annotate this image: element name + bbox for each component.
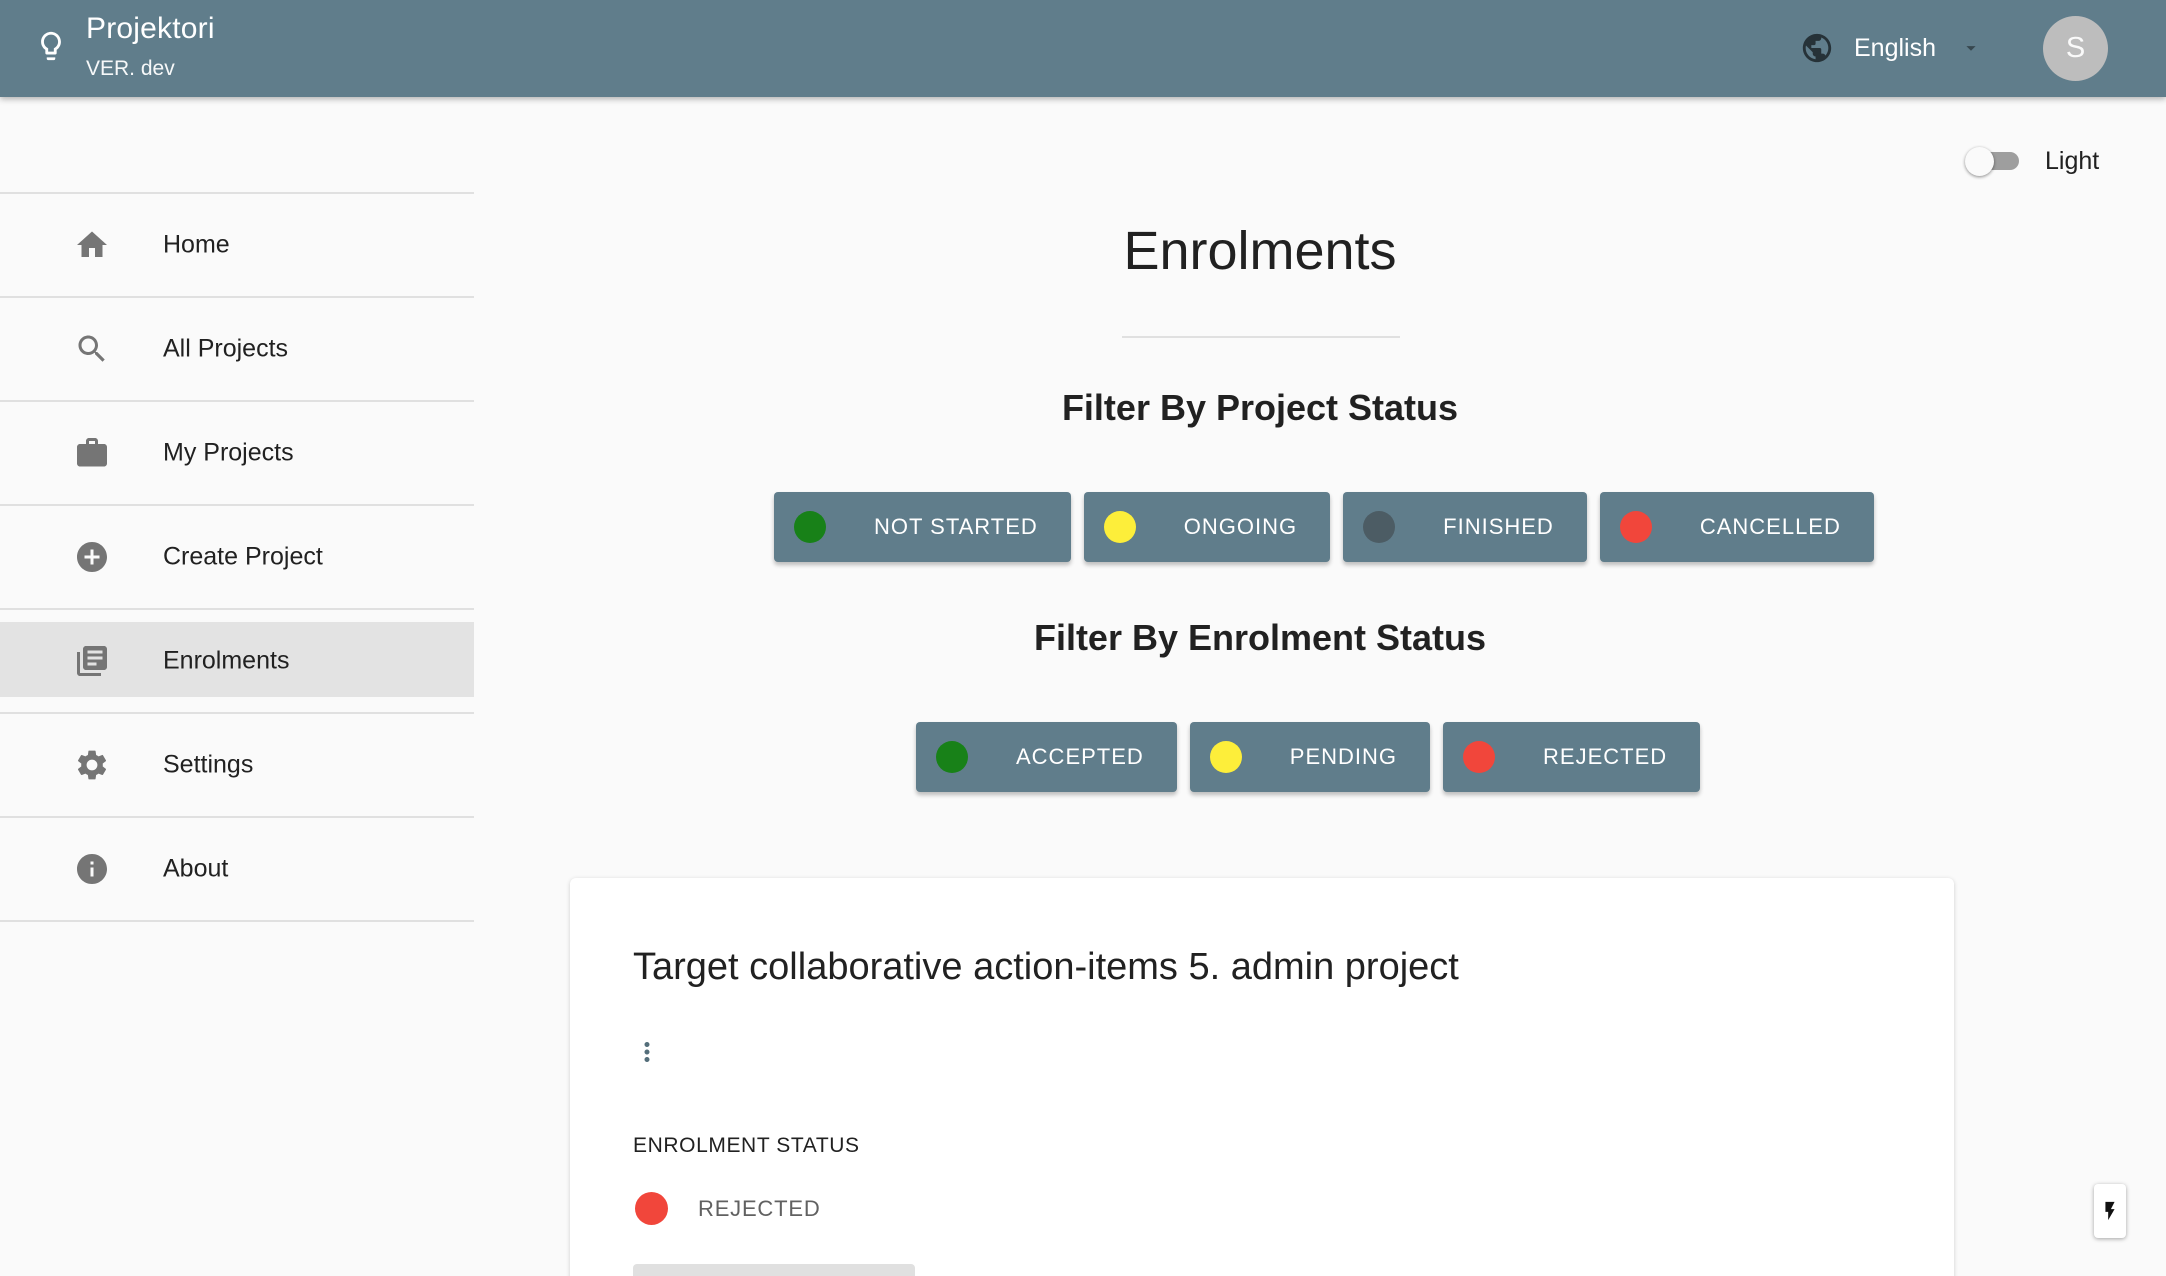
status-dot [936, 741, 968, 773]
avatar[interactable]: S [2043, 16, 2108, 81]
list-icon [77, 646, 107, 676]
status-badge: REJECTED [698, 1195, 821, 1221]
sidebar-item-label: My Projects [163, 438, 294, 467]
enrolment-status: REJECTED [635, 1192, 821, 1225]
sidebar-item-create-project[interactable]: Create Project [0, 506, 474, 608]
status-dot [1103, 511, 1136, 543]
home-icon [77, 231, 107, 257]
app-bar: Projektori VER. dev English S [0, 0, 2166, 97]
chip-label: REJECTED [1543, 744, 1668, 769]
status-dot [1463, 741, 1496, 773]
lightbulb-icon [41, 31, 61, 61]
sidebar-item-label: All Projects [163, 334, 289, 363]
sidebar-item-label: Settings [163, 750, 254, 779]
filter-chip-not-started[interactable]: NOT STARTED [774, 492, 1071, 562]
language-label: English [1854, 33, 1936, 62]
status-dot [794, 511, 826, 543]
sidebar-item-about[interactable]: About [0, 818, 474, 920]
chip-label: NOT STARTED [874, 514, 1038, 539]
filter-chip-finished[interactable]: FINISHED [1343, 492, 1587, 562]
chevron-down-icon [1966, 46, 1976, 51]
chip-label: ACCEPTED [1016, 744, 1144, 769]
app-version: VER. dev [86, 57, 175, 80]
filter-chip-cancelled[interactable]: CANCELLED [1599, 492, 1874, 562]
theme-toggle[interactable]: Light [1965, 145, 2099, 177]
title-divider [1122, 336, 1400, 338]
sidebar-item-home[interactable]: Home [0, 194, 474, 296]
status-dot [635, 1192, 668, 1225]
filter-chip-accepted[interactable]: ACCEPTED [916, 722, 1177, 792]
theme-switch[interactable] [1965, 147, 2025, 176]
theme-label: Light [2045, 146, 2100, 175]
status-dot [1209, 741, 1242, 773]
globe-icon [1802, 33, 1832, 63]
bolt-icon [2105, 1201, 2115, 1221]
info-icon [77, 854, 107, 884]
quick-action-button[interactable] [2094, 1184, 2126, 1238]
sidebar-item-label: Home [163, 230, 230, 259]
project-filter-heading: Filter By Project Status [1061, 387, 1459, 428]
card-action-button[interactable] [633, 1264, 915, 1276]
chip-label: ONGOING [1183, 514, 1298, 539]
briefcase-icon [77, 438, 107, 467]
filter-chip-rejected[interactable]: REJECTED [1443, 722, 1701, 792]
switch-thumb [1965, 147, 1994, 176]
sidebar-item-label: Enrolments [163, 646, 290, 675]
sidebar-item-label: About [163, 854, 229, 883]
filter-chip-ongoing[interactable]: ONGOING [1083, 492, 1331, 562]
chip-label: CANCELLED [1699, 514, 1841, 539]
status-dot [1363, 511, 1396, 543]
chip-label: FINISHED [1443, 514, 1554, 539]
enrolment-filter-heading: Filter By Enrolment Status [1033, 617, 1487, 658]
page-title: Enrolments [1123, 221, 1397, 281]
status-dot [1619, 511, 1652, 543]
sidebar-item-all-projects[interactable]: All Projects [0, 298, 474, 400]
enrolment-status-heading: ENROLMENT STATUS [633, 1134, 860, 1157]
project-status-filters: NOT STARTED ONGOING FINISHED CANCELLED [774, 492, 1874, 562]
divider [0, 920, 474, 922]
search-icon [78, 335, 105, 362]
sidebar: Home All Projects My Projects Create Pro… [0, 192, 474, 922]
enrolment-status-filters: ACCEPTED PENDING REJECTED [916, 722, 1701, 792]
project-name[interactable]: Target collaborative action-items 5. adm… [633, 946, 1459, 989]
sidebar-item-label: Create Project [163, 542, 323, 571]
filter-chip-pending[interactable]: PENDING [1189, 722, 1431, 792]
app-title: Projektori [86, 12, 215, 45]
add-circle-icon [77, 542, 107, 572]
sidebar-item-enrolments[interactable]: Enrolments [0, 610, 474, 712]
enrolment-card: Target collaborative action-items 5. adm… [570, 878, 1954, 1276]
sidebar-item-settings[interactable]: Settings [0, 714, 474, 816]
gear-icon [77, 750, 107, 780]
language-selector[interactable]: English [1800, 26, 1982, 70]
sidebar-item-my-projects[interactable]: My Projects [0, 402, 474, 504]
chip-label: PENDING [1289, 744, 1398, 769]
more-vert-icon[interactable] [632, 1034, 662, 1070]
